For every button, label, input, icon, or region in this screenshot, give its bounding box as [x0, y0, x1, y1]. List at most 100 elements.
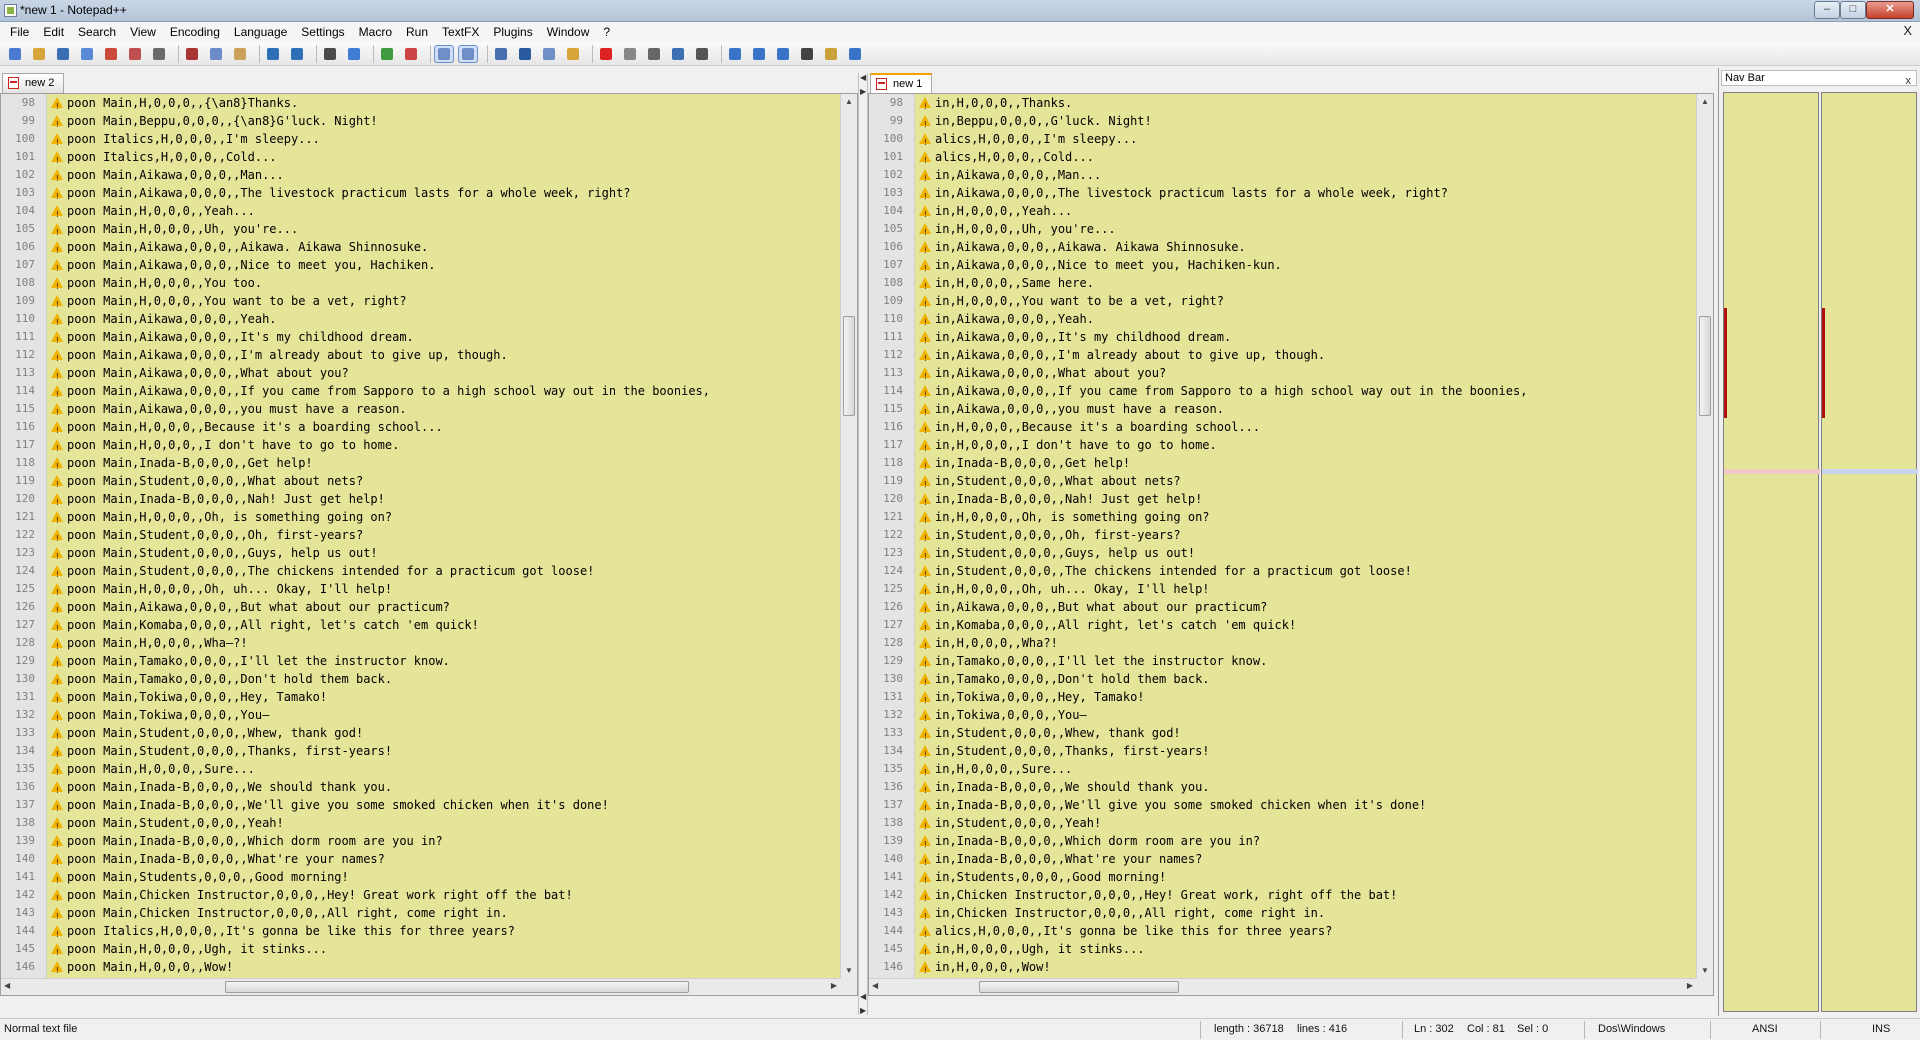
editor-line[interactable]: 144 poon Italics,H,0,0,0,,It's gonna be l… [1, 922, 840, 944]
play-macro-icon[interactable] [645, 46, 663, 62]
copy-icon[interactable] [207, 46, 225, 62]
scroll-down-arrow-icon[interactable]: ▼ [1701, 966, 1709, 975]
close-document-button[interactable]: X [1903, 23, 1912, 38]
stop-record-icon[interactable] [621, 46, 639, 62]
doc-map-icon[interactable] [564, 46, 582, 62]
editor-line[interactable]: 139 in,Inada-B,0,0,0,,Which dorm room are… [869, 832, 1696, 854]
editor-line[interactable]: 107 poon Main,Aikawa,0,0,0,,Nice to meet … [1, 256, 840, 278]
editor-line[interactable]: 127 poon Main,Komaba,0,0,0,,All right, le… [1, 616, 840, 638]
compare-icon[interactable] [726, 46, 744, 62]
editor-line[interactable]: 130 poon Main,Tamako,0,0,0,,Don't hold th… [1, 670, 840, 692]
editor-line[interactable]: 122 poon Main,Student,0,0,0,,Oh, first-ye… [1, 526, 840, 548]
editor-line[interactable]: 113 poon Main,Aikawa,0,0,0,,What about yo… [1, 364, 840, 386]
splitter-left-arrow-icon[interactable]: ◀ [860, 73, 866, 82]
editor-line[interactable]: 136 poon Main,Inada-B,0,0,0,,We should th… [1, 778, 840, 800]
scroll-up-arrow-icon[interactable]: ▲ [1701, 97, 1709, 106]
editor-line[interactable]: 131 in,Tokiwa,0,0,0,,Hey, Tamako! [869, 688, 1696, 710]
cut-icon[interactable] [183, 46, 201, 62]
nav-pane-left[interactable] [1723, 92, 1820, 1012]
find-icon[interactable] [321, 46, 339, 62]
editor-line[interactable]: 104 poon Main,H,0,0,0,,Yeah... [1, 202, 840, 224]
show-all-chars-icon[interactable] [516, 46, 534, 62]
indent-guide-icon[interactable] [540, 46, 558, 62]
editor-line[interactable]: 110 poon Main,Aikawa,0,0,0,,Yeah. [1, 310, 840, 332]
editor-line[interactable]: 107 in,Aikawa,0,0,0,,Nice to meet you, Ha… [869, 256, 1696, 278]
editor-line[interactable]: 125 poon Main,H,0,0,0,,Oh, uh... Okay, I'… [1, 580, 840, 602]
menu-help[interactable]: ? [596, 22, 617, 42]
scroll-right-arrow-icon[interactable]: ▶ [1687, 981, 1693, 990]
editor-line[interactable]: 112 poon Main,Aikawa,0,0,0,,I'm already a… [1, 346, 840, 368]
editor-line[interactable]: 134 poon Main,Student,0,0,0,,Thanks, firs… [1, 742, 840, 764]
editor-line[interactable]: 118 poon Main,Inada-B,0,0,0,,Get help! [1, 454, 840, 476]
editor-line[interactable]: 118 in,Inada-B,0,0,0,,Get help! [869, 454, 1696, 476]
new-icon[interactable] [6, 46, 24, 62]
editor-line[interactable]: 123 poon Main,Student,0,0,0,,Guys, help u… [1, 544, 840, 566]
editor-line[interactable]: 120 in,Inada-B,0,0,0,,Nah! Just get help! [869, 490, 1696, 512]
editor-line[interactable]: 103 poon Main,Aikawa,0,0,0,,The livestock… [1, 184, 840, 206]
menu-edit[interactable]: Edit [36, 22, 71, 42]
editor-line[interactable]: 141 poon Main,Students,0,0,0,,Good mornin… [1, 868, 840, 890]
editor-line[interactable]: 138 in,Student,0,0,0,,Yeah! [869, 814, 1696, 836]
open-icon[interactable] [30, 46, 48, 62]
editor-line[interactable]: 116 in,H,0,0,0,,Because it's a boarding s… [869, 418, 1696, 440]
scroll-thumb[interactable] [1699, 316, 1711, 416]
word-wrap-icon[interactable] [492, 46, 510, 62]
menu-language[interactable]: Language [227, 22, 294, 42]
editor-line[interactable]: 99 poon Main,Beppu,0,0,0,,{\an8}G'luck. N… [1, 112, 840, 134]
editor-line[interactable]: 121 poon Main,H,0,0,0,,Oh, is something g… [1, 508, 840, 530]
editor-line[interactable]: 114 in,Aikawa,0,0,0,,If you came from Sap… [869, 382, 1696, 404]
menu-plugins[interactable]: Plugins [486, 22, 539, 42]
editor-line[interactable]: 105 poon Main,H,0,0,0,,Uh, you're... [1, 220, 840, 242]
scroll-up-arrow-icon[interactable]: ▲ [845, 97, 853, 106]
menu-view[interactable]: View [123, 22, 163, 42]
nav-bar-close-icon[interactable]: x [1906, 74, 1912, 88]
editor-line[interactable]: 108 in,H,0,0,0,,Same here. [869, 274, 1696, 296]
editor-line[interactable]: 103 in,Aikawa,0,0,0,,The livestock practi… [869, 184, 1696, 206]
menu-macro[interactable]: Macro [352, 22, 399, 42]
save-all-icon[interactable] [78, 46, 96, 62]
editor-line[interactable]: 143 poon Main,Chicken Instructor,0,0,0,,A… [1, 904, 840, 926]
editor-line[interactable]: 129 poon Main,Tamako,0,0,0,,I'll let the … [1, 652, 840, 674]
editor-line[interactable]: 104 in,H,0,0,0,,Yeah... [869, 202, 1696, 224]
editor-line[interactable]: 142 poon Main,Chicken Instructor,0,0,0,,H… [1, 886, 840, 908]
editor-line[interactable]: 119 poon Main,Student,0,0,0,,What about n… [1, 472, 840, 494]
editor-line[interactable]: 146 in,H,0,0,0,,Wow! [869, 958, 1696, 978]
tab-new-1[interactable]: new 1 [870, 73, 932, 93]
editor-line[interactable]: 140 poon Main,Inada-B,0,0,0,,What're your… [1, 850, 840, 872]
editor-line[interactable]: 135 in,H,0,0,0,,Sure... [869, 760, 1696, 782]
paste-icon[interactable] [231, 46, 249, 62]
editor-line[interactable]: 144 alics,H,0,0,0,,It's gonna be like thi… [869, 922, 1696, 944]
editor-line[interactable]: 113 in,Aikawa,0,0,0,,What about you? [869, 364, 1696, 386]
editor-line[interactable]: 99 in,Beppu,0,0,0,,G'luck. Night! [869, 112, 1696, 134]
editor-line[interactable]: 132 poon Main,Tokiwa,0,0,0,,You— [1, 706, 840, 728]
editor-line[interactable]: 145 poon Main,H,0,0,0,,Ugh, it stinks... [1, 940, 840, 962]
editor-line[interactable]: 130 in,Tamako,0,0,0,,Don't hold them back… [869, 670, 1696, 692]
editor-line[interactable]: 100 alics,H,0,0,0,,I'm sleepy... [869, 130, 1696, 152]
menu-file[interactable]: File [3, 22, 36, 42]
save-icon[interactable] [54, 46, 72, 62]
horizontal-scrollbar[interactable]: ◀ ▶ [1, 978, 840, 995]
editor-line[interactable]: 142 in,Chicken Instructor,0,0,0,,Hey! Gre… [869, 886, 1696, 908]
save-macro-icon[interactable] [693, 46, 711, 62]
menu-encoding[interactable]: Encoding [163, 22, 227, 42]
editor-line[interactable]: 102 poon Main,Aikawa,0,0,0,,Man... [1, 166, 840, 188]
editor-line[interactable]: 140 in,Inada-B,0,0,0,,What're your names? [869, 850, 1696, 872]
editor-line[interactable]: 127 in,Komaba,0,0,0,,All right, let's cat… [869, 616, 1696, 638]
editor-line[interactable]: 115 in,Aikawa,0,0,0,,you must have a reas… [869, 400, 1696, 422]
editor-line[interactable]: 120 poon Main,Inada-B,0,0,0,,Nah! Just ge… [1, 490, 840, 512]
record-macro-icon[interactable] [597, 46, 615, 62]
editor-line[interactable]: 115 poon Main,Aikawa,0,0,0,,you must have… [1, 400, 840, 422]
editor-line[interactable]: 129 in,Tamako,0,0,0,,I'll let the instruc… [869, 652, 1696, 674]
close-all-icon[interactable] [126, 46, 144, 62]
left-editor[interactable]: 98 poon Main,H,0,0,0,,{\an8}Thanks. 99 poon… [0, 93, 858, 996]
splitter-right-arrow-icon[interactable]: ▶ [860, 87, 866, 96]
undo-icon[interactable] [264, 46, 282, 62]
scroll-thumb[interactable] [225, 981, 689, 993]
editor-line[interactable]: 106 poon Main,Aikawa,0,0,0,,Aikawa. Aikaw… [1, 238, 840, 260]
text-area[interactable]: 98 poon Main,H,0,0,0,,{\an8}Thanks. 99 poon… [1, 94, 840, 978]
text-area[interactable]: 98 in,H,0,0,0,,Thanks. 99 in,Beppu,0,0,0,,G… [869, 94, 1696, 978]
menu-run[interactable]: Run [399, 22, 435, 42]
editor-line[interactable]: 111 in,Aikawa,0,0,0,,It's my childhood dr… [869, 328, 1696, 350]
prev-diff-icon[interactable] [750, 46, 768, 62]
replace-icon[interactable] [345, 46, 363, 62]
